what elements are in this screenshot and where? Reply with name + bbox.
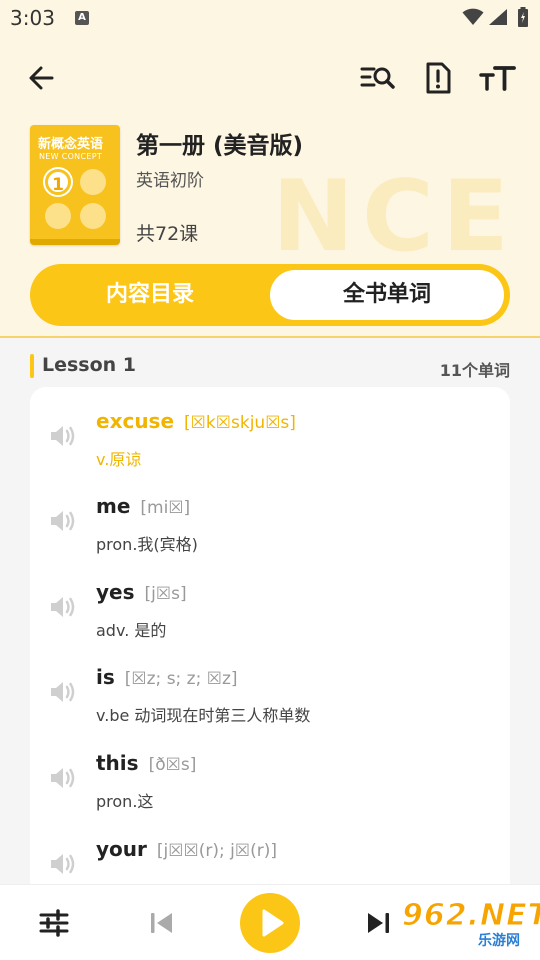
header-divider (0, 336, 540, 338)
cover-circle (80, 169, 106, 195)
word-meaning: pron.这 (96, 792, 154, 811)
status-bar: 3:03 A (0, 0, 540, 36)
speaker-icon[interactable] (48, 763, 78, 793)
book-title: 第一册 (美音版) (136, 133, 304, 159)
word-phonetic: [☒k☒skju☒s] (184, 413, 296, 433)
wifi-icon (462, 8, 484, 25)
font-size-icon[interactable] (478, 58, 518, 98)
word-row[interactable]: yes [j☒s] adv. 是的 (30, 570, 510, 656)
lesson-word-count: 11个单词 (439, 361, 510, 380)
word-phonetic: [j☒s] (144, 584, 187, 604)
word-text: excuse [☒k☒skju☒s] (96, 409, 296, 433)
word-text: yes [j☒s] (96, 580, 187, 604)
word-text: me [mi☒] (96, 494, 191, 518)
lesson-accent-bar (30, 354, 34, 378)
word-row[interactable]: excuse [☒k☒skju☒s] v.原谅 (30, 399, 510, 485)
cover-circle (45, 203, 71, 229)
cover-title: 新概念英语 (38, 137, 104, 152)
back-arrow-icon[interactable] (24, 60, 60, 96)
word-row[interactable]: me [mi☒] pron.我(宾格) (30, 484, 510, 570)
word-text: this [ð☒s] (96, 751, 197, 775)
word-row[interactable]: is [☒z; s; z; ☒z] v.be 动词现在时第三人称单数 (30, 655, 510, 741)
cover-circle (80, 203, 106, 229)
lesson-count-label: 共72课 (136, 223, 199, 245)
notification-icon: A (75, 11, 89, 25)
cover-spine (30, 239, 120, 245)
site-watermark-logo: 962.NET 乐游网 (400, 896, 540, 956)
logo-main-text: 962.NET (401, 898, 540, 934)
speaker-icon[interactable] (48, 592, 78, 622)
word-list: excuse [☒k☒skju☒s] v.原谅 me [mi☒] pron.我(宾格… (30, 387, 510, 907)
word-meaning: pron.我(宾格) (96, 535, 198, 554)
book-cover[interactable]: 新概念英语 NEW CONCEPT 1 (30, 125, 120, 245)
speaker-icon[interactable] (48, 421, 78, 451)
settings-sliders-icon[interactable] (38, 907, 70, 939)
word-text: your [j☒☒(r); j☒(r)] (96, 837, 277, 861)
word-meaning: v.be 动词现在时第三人称单数 (96, 706, 311, 725)
battery-icon (518, 7, 528, 27)
word-phonetic: [j☒☒(r); j☒(r)] (156, 841, 277, 861)
next-icon[interactable] (362, 907, 394, 939)
search-list-icon[interactable] (357, 58, 397, 98)
book-level: 英语初阶 (136, 171, 204, 191)
signal-icon (489, 9, 507, 25)
cover-number: 1 (45, 169, 71, 195)
tab-contents[interactable]: 内容目录 (30, 264, 270, 326)
header-area: 3:03 A NCE 新概念英语 NEW CONCEPT 1 第一册 (美音版)… (0, 0, 540, 338)
play-icon (262, 909, 284, 937)
word-phonetic: [mi☒] (140, 498, 191, 518)
cover-subtitle: NEW CONCEPT (39, 152, 103, 161)
speaker-icon[interactable] (48, 849, 78, 879)
speaker-icon[interactable] (48, 677, 78, 707)
word-phonetic: [ð☒s] (148, 755, 197, 775)
word-text: is [☒z; s; z; ☒z] (96, 665, 238, 689)
nce-watermark: NCE (272, 160, 517, 274)
word-row[interactable]: this [ð☒s] pron.这 (30, 741, 510, 827)
report-icon[interactable] (418, 58, 458, 98)
lesson-title: Lesson 1 (42, 354, 137, 376)
speaker-icon[interactable] (48, 506, 78, 536)
play-button[interactable] (240, 893, 300, 953)
word-phonetic: [☒z; s; z; ☒z] (124, 669, 238, 689)
previous-icon[interactable] (146, 907, 178, 939)
tab-switcher: 内容目录 全书单词 (30, 264, 510, 326)
tab-all-words[interactable]: 全书单词 (270, 270, 504, 320)
logo-sub-text: 乐游网 (478, 933, 520, 949)
word-meaning: adv. 是的 (96, 621, 167, 640)
word-meaning: v.原谅 (96, 450, 142, 469)
status-time: 3:03 (10, 6, 55, 30)
